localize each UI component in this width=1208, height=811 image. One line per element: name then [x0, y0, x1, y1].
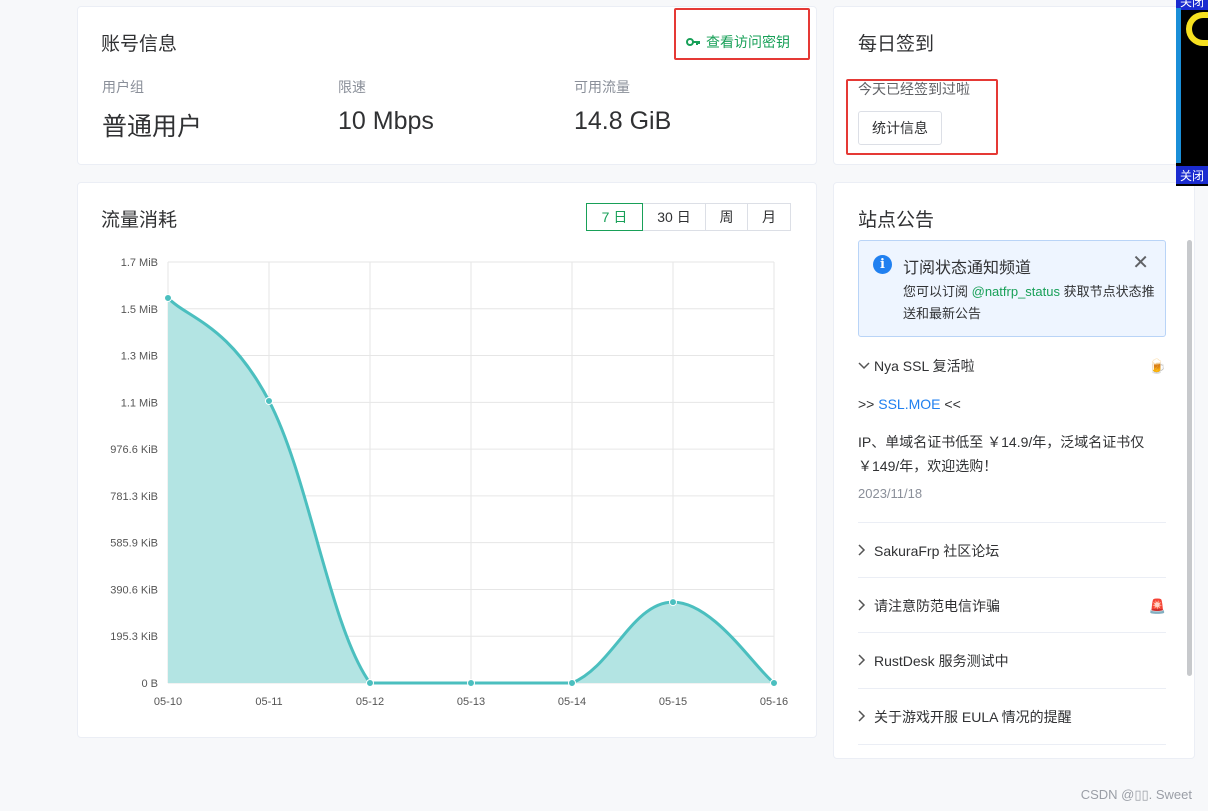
- account-title: 账号信息: [101, 34, 178, 55]
- stat-label: 可用流量: [574, 79, 630, 95]
- siren-icon: 🚨: [1148, 597, 1166, 614]
- x-tick-label: 05-10: [154, 696, 182, 708]
- divider: [858, 577, 1166, 578]
- scrollbar[interactable]: [1187, 240, 1192, 676]
- x-tick-label: 05-12: [356, 696, 384, 708]
- traffic-chart: 0 B 195.3 KiB 390.6 KiB 585.9 KiB 781.3 KiB 9…: [110, 257, 788, 708]
- data-point: [568, 679, 576, 687]
- stat-value: 普通用户: [102, 113, 203, 141]
- data-point: [265, 396, 273, 405]
- divider: [858, 688, 1166, 689]
- watermark: CSDN @▯▯. Sweet: [1080, 787, 1192, 802]
- notice-title: RustDesk 服务测试中: [874, 653, 1009, 669]
- y-tick-label: 390.6 KiB: [110, 584, 158, 596]
- stat-speed-limit: 限速 10 Mbps: [338, 77, 434, 136]
- divider: [858, 632, 1166, 633]
- chevron-right-icon: [858, 709, 874, 725]
- ssl-moe-link[interactable]: SSL.MOE: [878, 396, 940, 412]
- notices-title: 站点公告: [858, 210, 935, 231]
- checkin-status: 今天已经签到过啦: [858, 81, 970, 97]
- y-tick-label: 1.3 MiB: [121, 351, 158, 363]
- info-icon: i: [873, 255, 892, 274]
- notice-title: Nya SSL 复活啦: [874, 358, 975, 374]
- chevron-down-icon: [858, 359, 874, 373]
- link-prefix: >>: [858, 396, 879, 412]
- beer-icon: 🍺: [1148, 357, 1166, 374]
- x-tick-label: 05-13: [457, 696, 485, 708]
- stat-label: 限速: [338, 79, 366, 95]
- y-tick-label: 1.7 MiB: [121, 257, 158, 269]
- notice-item-fraud[interactable]: 请注意防范电信诈骗 🚨: [858, 596, 1166, 616]
- y-tick-label: 0 B: [141, 678, 158, 690]
- stat-value: 10 Mbps: [338, 107, 434, 135]
- ssl-link-line: >> SSL.MOE <<: [858, 392, 1168, 416]
- alert-body: 您可以订阅 @natfrp_status 获取节点状态推送和最新公告: [903, 281, 1157, 325]
- data-point: [366, 679, 374, 687]
- chevron-right-icon: [858, 653, 874, 669]
- alert-body-text: 您可以订阅: [903, 284, 972, 299]
- natfrp-status-link[interactable]: @natfrp_status: [972, 284, 1060, 299]
- close-icon[interactable]: ✕: [1132, 250, 1149, 275]
- x-tick-label: 05-11: [255, 696, 282, 708]
- notice-title: SakuraFrp 社区论坛: [874, 543, 1000, 559]
- notice-item-eula[interactable]: 关于游戏开服 EULA 情况的提醒: [858, 707, 1166, 727]
- notice-item-rustdesk[interactable]: RustDesk 服务测试中: [858, 651, 1166, 671]
- view-access-key-link[interactable]: 查看访问密钥: [686, 32, 790, 52]
- divider: [858, 744, 1166, 745]
- y-tick-label: 1.1 MiB: [121, 397, 158, 409]
- stat-label: 用户组: [102, 79, 144, 95]
- x-tick-label: 05-15: [659, 696, 687, 708]
- stat-value: 14.8 GiB: [574, 107, 672, 135]
- chevron-right-icon: [858, 598, 874, 614]
- chevron-right-icon: [858, 543, 874, 559]
- stat-available-traffic: 可用流量 14.8 GiB: [574, 77, 671, 136]
- stat-user-group: 用户组 普通用户: [102, 77, 202, 143]
- subscribe-alert: i 订阅状态通知频道 ✕ 您可以订阅 @natfrp_status 获取节点状态…: [858, 240, 1166, 337]
- y-tick-label: 1.5 MiB: [121, 304, 158, 316]
- y-tick-label: 195.3 KiB: [110, 631, 158, 643]
- y-tick-label: 585.9 KiB: [110, 538, 158, 550]
- traffic-card: 流量消耗 7 日 30 日 周 月 0 B 195.3 KiB 390.6 KiB 5…: [77, 182, 817, 738]
- tab-7-days[interactable]: 7 日: [586, 203, 643, 231]
- view-access-key-label: 查看访问密钥: [706, 34, 790, 50]
- checkin-title: 每日签到: [858, 34, 935, 55]
- y-tick-label: 781.3 KiB: [110, 491, 158, 503]
- y-tick-label: 976.6 KiB: [110, 444, 158, 456]
- x-tick-label: 05-14: [558, 696, 586, 708]
- notice-date: 2023/11/18: [858, 486, 923, 501]
- notice-text: IP、单域名证书低至 ￥14.9/年，泛域名证书仅 ￥149/年，欢迎选购！: [858, 434, 1145, 474]
- data-point: [669, 598, 677, 607]
- link-suffix: <<: [940, 396, 961, 412]
- x-tick-label: 05-16: [760, 696, 788, 708]
- account-card: 账号信息 查看访问密钥 用户组 普通用户 限速 10 Mbps 可用流量 14.…: [77, 6, 817, 165]
- data-point: [467, 679, 475, 687]
- key-icon: [686, 38, 700, 46]
- notice-title: 请注意防范电信诈骗: [874, 598, 1000, 614]
- stats-button[interactable]: 统计信息: [858, 111, 942, 145]
- overlay-bar: [1176, 8, 1181, 163]
- notice-item-nya-ssl[interactable]: Nya SSL 复活啦 🍺: [858, 356, 1166, 376]
- notices-card: 站点公告 i 订阅状态通知频道 ✕ 您可以订阅 @natfrp_status 获…: [833, 182, 1195, 759]
- data-point: [770, 679, 778, 687]
- checkin-card: 每日签到 今天已经签到过啦 统计信息: [833, 6, 1195, 165]
- notice-title: 关于游戏开服 EULA 情况的提醒: [874, 709, 1072, 725]
- divider: [858, 522, 1166, 523]
- notice-item-forum[interactable]: SakuraFrp 社区论坛: [858, 541, 1166, 561]
- overlay-close-button-bottom[interactable]: 关闭: [1176, 166, 1208, 184]
- data-point: [164, 293, 172, 302]
- floating-overlay: 关闭 关闭: [1176, 0, 1208, 186]
- overlay-graphic: [1186, 12, 1208, 46]
- alert-title: 订阅状态通知频道: [903, 260, 1032, 277]
